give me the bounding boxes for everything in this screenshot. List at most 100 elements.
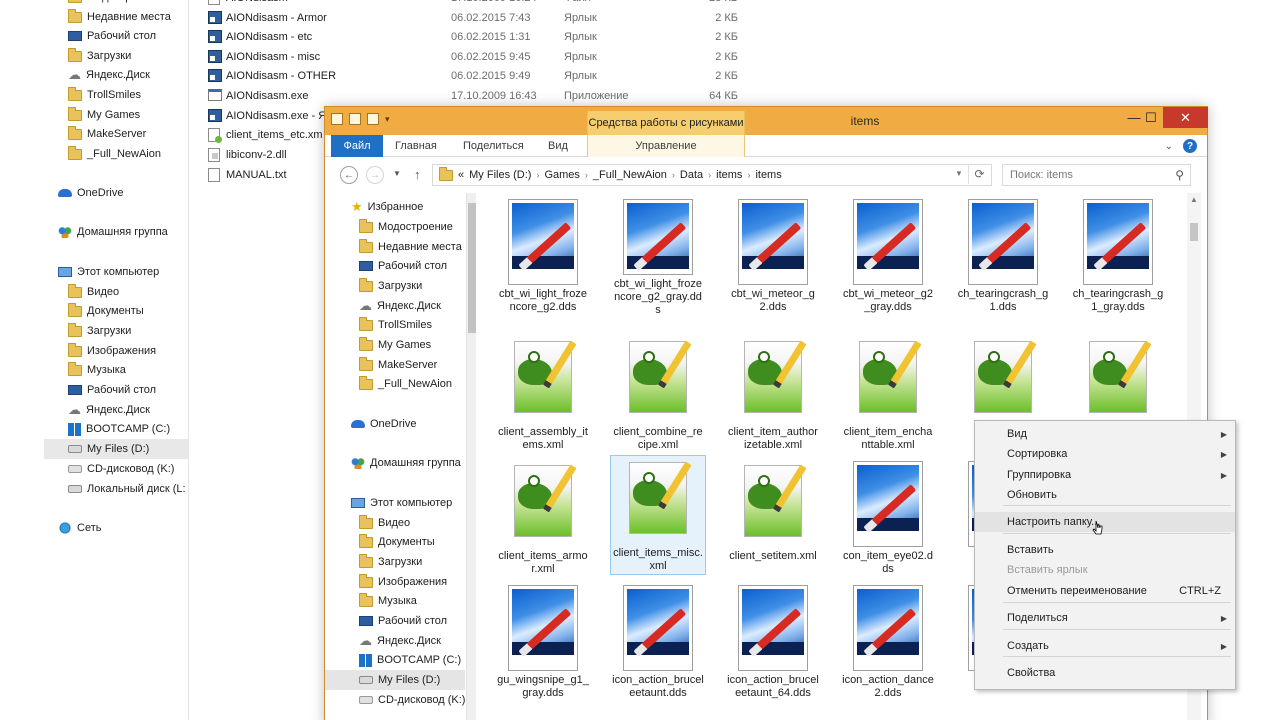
context-menu-item[interactable]: Свойства (975, 663, 1235, 683)
expand-ribbon-chevron-icon[interactable]: ⌄ (1165, 141, 1173, 152)
bg-nav-item[interactable]: ☁ Яндекс.Диск (44, 65, 189, 85)
folder-icon[interactable] (331, 113, 343, 125)
bg-nav-item[interactable]: Этот компьютер (44, 262, 189, 282)
nav-item[interactable]: Видео (325, 513, 465, 533)
file-tile[interactable]: client_combine_recipe.xml (610, 335, 706, 455)
tab-file[interactable]: Файл (331, 135, 383, 157)
close-button[interactable]: ✕ (1163, 107, 1208, 128)
bg-nav-item[interactable]: Рабочий стол (44, 26, 189, 46)
nav-item[interactable]: _Full_NewAion (325, 374, 465, 394)
context-menu-item[interactable]: Отменить переименование CTRL+Z (975, 581, 1235, 601)
breadcrumb-item[interactable]: Games (544, 169, 579, 181)
title-bar[interactable]: ▾ Средства работы с рисунками items — ☐ … (325, 107, 1208, 135)
context-menu-item[interactable]: Вставить ярлык (975, 560, 1235, 580)
bg-nav-item[interactable]: Загрузки (44, 321, 189, 341)
nav-item[interactable]: CD-дисковод (K:) (325, 690, 465, 710)
bg-nav-item[interactable]: CD-дисковод (K:) (44, 459, 189, 479)
context-menu-item[interactable]: Обновить (975, 485, 1235, 505)
nav-item[interactable]: ☁ Яндекс.Диск (325, 631, 465, 651)
refresh-button[interactable]: ⟳ (968, 164, 990, 184)
file-tile[interactable]: ch_tearingcrash_g1_gray.dds (1070, 197, 1166, 317)
file-tile[interactable]: client_assembly_items.xml (495, 335, 591, 455)
bg-nav-item[interactable]: MakeServer (44, 124, 189, 144)
bg-nav-item[interactable]: TrollSmiles (44, 85, 189, 105)
bg-nav-item[interactable]: My Files (D:) (44, 439, 189, 459)
bg-file-row[interactable]: AIONdisasm - Armor 06.02.2015 7:43 Ярлык 2 … (204, 8, 764, 27)
new-folder-icon[interactable] (367, 113, 379, 125)
context-menu-item[interactable]: Сортировка ▶ (975, 444, 1235, 464)
breadcrumb-separator-icon[interactable]: › (708, 170, 711, 180)
bg-nav-item[interactable]: Модостроение (44, 0, 189, 7)
bg-file-row[interactable]: AIONdisasm - etc 06.02.2015 1:31 Ярлык 2 КБ (204, 27, 764, 46)
file-tile[interactable]: ch_tearingcrash_g1.dds (955, 197, 1051, 317)
nav-item[interactable]: My Files (D:) (325, 670, 465, 690)
scroll-up-arrow-icon[interactable]: ▲ (1190, 195, 1198, 204)
breadcrumb-separator-icon[interactable]: › (585, 170, 588, 180)
nav-item[interactable]: Домашняя группа (325, 453, 465, 473)
navigation-pane-scroll-thumb[interactable] (468, 203, 476, 333)
bg-nav-item[interactable]: Документы (44, 301, 189, 321)
bg-nav-item[interactable]: Видео (44, 282, 189, 302)
bg-file-row[interactable]: AIONdisasm 17.10.2009 16:24 Файл 23 КБ (204, 0, 764, 7)
nav-item[interactable]: My Games (325, 335, 465, 355)
breadcrumb-separator-icon[interactable]: › (536, 170, 539, 180)
tab-manage[interactable]: Управление (587, 135, 745, 157)
file-tile[interactable]: cbt_wi_light_frozencore_g2.dds (495, 197, 591, 317)
file-tile[interactable]: con_item_eye02.dds (840, 459, 936, 579)
file-grid-scroll-thumb[interactable] (1190, 223, 1198, 241)
file-tile[interactable]: gu_wingsnipe_g1_gray.dds (495, 583, 591, 703)
bg-nav-item[interactable]: Недавние места (44, 7, 189, 27)
bg-nav-item[interactable]: Рабочий стол (44, 380, 189, 400)
bg-nav-item[interactable]: Загрузки (44, 46, 189, 66)
bg-nav-item[interactable]: OneDrive (44, 183, 189, 203)
tab-home[interactable]: Главная (395, 135, 437, 157)
search-icon[interactable]: ⚲ (1175, 168, 1184, 182)
bg-nav-item[interactable]: BOOTCAMP (C:) (44, 419, 189, 439)
context-menu-item[interactable]: Группировка ▶ (975, 465, 1235, 485)
breadcrumb-item[interactable]: _Full_NewAion (593, 169, 667, 181)
nav-item[interactable]: Загрузки (325, 276, 465, 296)
file-tile[interactable]: icon_action_bruceleetaunt.dds (610, 583, 706, 703)
nav-item[interactable]: ★ Избранное (325, 197, 465, 217)
nav-item[interactable]: Документы (325, 532, 465, 552)
file-tile[interactable]: cbt_wi_light_frozencore_g2_gray.dds (610, 197, 706, 317)
bg-file-row[interactable]: AIONdisasm - OTHER 06.02.2015 9:49 Ярлык 2 … (204, 66, 764, 85)
breadcrumb-item[interactable]: items (716, 169, 742, 181)
nav-item[interactable]: Недавние места (325, 237, 465, 257)
nav-item[interactable]: Этот компьютер (325, 493, 465, 513)
nav-item[interactable]: BOOTCAMP (C:) (325, 650, 465, 670)
file-tile[interactable]: icon_action_bruceleetaunt_64.dds (725, 583, 821, 703)
bg-nav-item[interactable]: Домашняя группа (44, 222, 189, 242)
file-tile[interactable]: client_item_authorizetable.xml (725, 335, 821, 455)
breadcrumb-separator-icon[interactable]: › (747, 170, 750, 180)
bg-file-row[interactable]: AIONdisasm - misc 06.02.2015 9:45 Ярлык 2 К… (204, 47, 764, 66)
forward-button[interactable]: → (366, 166, 384, 184)
bg-nav-item[interactable]: Сеть (44, 518, 189, 538)
address-history-chevron-icon[interactable]: ▼ (955, 169, 963, 178)
nav-item[interactable]: MakeServer (325, 355, 465, 375)
navigation-pane-scrollbar[interactable] (466, 193, 476, 720)
nav-item[interactable]: Модостроение (325, 217, 465, 237)
bg-nav-item[interactable]: ☁ Яндекс.Диск (44, 400, 189, 420)
bg-nav-item[interactable]: _Full_NewAion (44, 144, 189, 164)
recent-locations-chevron-icon[interactable]: ▼ (393, 169, 401, 178)
file-tile[interactable]: cbt_wi_meteor_g2.dds (725, 197, 821, 317)
nav-item[interactable]: Рабочий стол (325, 256, 465, 276)
bg-file-row[interactable]: AIONdisasm.exe 17.10.2009 16:43 Приложение… (204, 86, 764, 105)
bg-nav-item[interactable]: My Games (44, 105, 189, 125)
context-menu-item[interactable]: Вставить (975, 540, 1235, 560)
file-tile[interactable]: client_setitem.xml (725, 459, 821, 579)
nav-item[interactable]: Музыка (325, 591, 465, 611)
customize-toolbar-chevron-icon[interactable]: ▾ (385, 114, 390, 125)
file-tile[interactable]: client_item_enchanttable.xml (840, 335, 936, 455)
back-button[interactable]: ← (340, 166, 358, 184)
file-tile[interactable]: icon_action_dance2.dds (840, 583, 936, 703)
up-arrow-icon[interactable]: ↑ (414, 167, 421, 182)
tab-share[interactable]: Поделиться (463, 135, 524, 157)
context-menu-item[interactable]: Настроить папку... (975, 512, 1235, 532)
nav-item[interactable]: Загрузки (325, 552, 465, 572)
breadcrumb-overflow[interactable]: « (458, 169, 464, 181)
context-menu-item[interactable]: Поделиться ▶ (975, 608, 1235, 628)
nav-item[interactable]: TrollSmiles (325, 315, 465, 335)
help-icon[interactable]: ? (1183, 139, 1197, 153)
